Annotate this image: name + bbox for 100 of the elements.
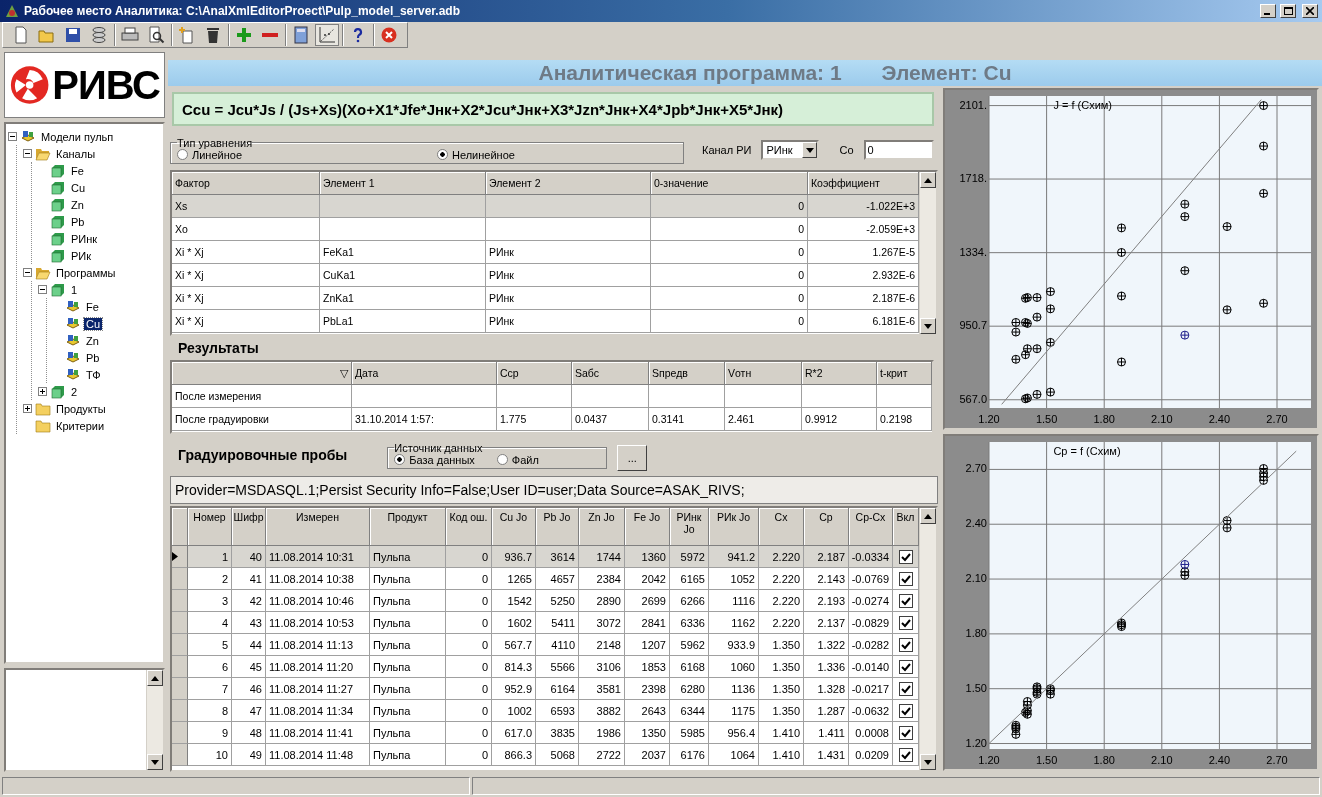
table-cell: 956.4: [709, 722, 759, 744]
expand-toggle[interactable]: [23, 404, 32, 413]
checkbox[interactable]: [898, 637, 913, 652]
expand-toggle[interactable]: [38, 387, 47, 396]
scroll-down-button[interactable]: [920, 754, 936, 770]
checkbox[interactable]: [898, 681, 913, 696]
column-header[interactable]: Zn Jo: [579, 508, 625, 546]
column-header[interactable]: Cu Jo: [492, 508, 536, 546]
table-cell: 2699: [625, 590, 670, 612]
radio-button[interactable]: [394, 454, 406, 465]
tree-item[interactable]: Программы: [54, 266, 118, 279]
table-cell: 7: [188, 678, 232, 700]
table-cell: 2722: [579, 744, 625, 766]
column-header[interactable]: Fe Jo: [625, 508, 670, 546]
column-header[interactable]: Вкл: [893, 508, 919, 546]
column-header[interactable]: R*2: [802, 362, 877, 385]
scroll-up-button[interactable]: [920, 172, 936, 188]
radio-button[interactable]: [496, 454, 508, 465]
tree-item[interactable]: Fe: [84, 300, 101, 313]
tree-item[interactable]: Модели пульп: [39, 130, 116, 143]
scrollbar[interactable]: [919, 508, 936, 770]
data-point: [1117, 248, 1126, 257]
column-header[interactable]: Код ош.: [446, 508, 492, 546]
column-header[interactable]: Номер: [188, 508, 232, 546]
table-cell: 2.461: [725, 408, 802, 431]
checkbox[interactable]: [898, 659, 913, 674]
tree-item[interactable]: Zn: [84, 334, 101, 347]
tree-item[interactable]: ТФ: [84, 368, 103, 381]
input-field[interactable]: 0: [863, 140, 934, 160]
collapse-toggle[interactable]: [23, 268, 32, 277]
tree-item[interactable]: Cu: [69, 181, 88, 194]
collapse-toggle[interactable]: [23, 149, 32, 158]
column-header[interactable]: Измерен: [266, 508, 370, 546]
tree-item[interactable]: Продукты: [54, 402, 108, 415]
table-cell: 1.336: [804, 656, 849, 678]
collapse-toggle[interactable]: [38, 285, 47, 294]
checkbox[interactable]: [898, 571, 913, 586]
tree-item[interactable]: РИк: [69, 249, 94, 262]
column-header[interactable]: Sабс: [572, 362, 649, 385]
scrollbar[interactable]: [146, 670, 163, 770]
tree-item[interactable]: Cu: [84, 317, 103, 330]
table-cell: 5411: [536, 612, 579, 634]
column-header[interactable]: Cp: [804, 508, 849, 546]
checkbox[interactable]: [898, 549, 913, 564]
column-header[interactable]: Vотн: [725, 362, 802, 385]
scrollbar[interactable]: [919, 172, 936, 334]
column-header[interactable]: РИк Jo: [709, 508, 759, 546]
column-header[interactable]: Коэффициент: [808, 172, 919, 195]
field-label: Co: [839, 144, 854, 156]
checkbox[interactable]: [898, 725, 913, 740]
column-header[interactable]: Cp-Cx: [849, 508, 893, 546]
scroll-down-button[interactable]: [920, 318, 936, 334]
tree-item[interactable]: Pb: [84, 351, 102, 364]
column-header[interactable]: Элемент 1: [320, 172, 486, 195]
table-cell: 0: [651, 264, 808, 287]
tree-item[interactable]: Fe: [69, 164, 86, 177]
tree-item[interactable]: 1: [69, 283, 80, 296]
tree-item[interactable]: РИнк: [69, 232, 100, 245]
column-header[interactable]: 0-значение: [651, 172, 808, 195]
column-header[interactable]: t-крит: [877, 362, 932, 385]
column-header[interactable]: Pb Jo: [536, 508, 579, 546]
axis-tick-label: 2.70: [965, 462, 987, 475]
column-header[interactable]: Дата: [352, 362, 497, 385]
tree-item[interactable]: Каналы: [54, 147, 98, 160]
radio-label: База данных: [409, 453, 475, 466]
column-header[interactable]: Sпредв: [649, 362, 725, 385]
column-header[interactable]: Cx: [759, 508, 804, 546]
table-cell: 0: [446, 590, 492, 612]
data-point: [1011, 729, 1021, 739]
radio-button[interactable]: [177, 149, 188, 160]
column-header[interactable]: Ccp: [497, 362, 572, 385]
dropdown[interactable]: РИнк: [761, 140, 820, 160]
tree-item[interactable]: Pb: [69, 215, 87, 228]
column-header[interactable]: Шифр: [232, 508, 266, 546]
column-header[interactable]: ▽: [172, 362, 352, 385]
close-button[interactable]: [1302, 4, 1318, 18]
checkbox[interactable]: [898, 703, 913, 718]
maximize-button[interactable]: [1280, 4, 1296, 18]
table-cell: 0.2198: [877, 408, 932, 431]
radio-button[interactable]: [437, 149, 448, 160]
row-indicator[interactable]: [172, 546, 188, 568]
column-header[interactable]: РИнк Jo: [670, 508, 709, 546]
tree-item[interactable]: 2: [69, 385, 80, 398]
tree-item[interactable]: Критерии: [54, 419, 107, 432]
checkmark-icon: [900, 683, 911, 694]
column-header[interactable]: Фактор: [172, 172, 320, 195]
scroll-up-button[interactable]: [147, 670, 163, 686]
column-header[interactable]: Элемент 2: [486, 172, 651, 195]
checkbox[interactable]: [898, 615, 913, 630]
checkbox[interactable]: [898, 593, 913, 608]
table-cell: 2.220: [759, 546, 804, 568]
collapse-toggle[interactable]: [8, 132, 17, 141]
data-point: [1180, 330, 1190, 340]
tree-item[interactable]: Zn: [69, 198, 86, 211]
scroll-up-button[interactable]: [920, 508, 936, 524]
browse-button[interactable]: ...: [617, 445, 648, 471]
column-header[interactable]: Продукт: [370, 508, 446, 546]
checkbox[interactable]: [898, 747, 913, 762]
minimize-button[interactable]: [1260, 4, 1276, 18]
scroll-down-button[interactable]: [147, 754, 163, 770]
